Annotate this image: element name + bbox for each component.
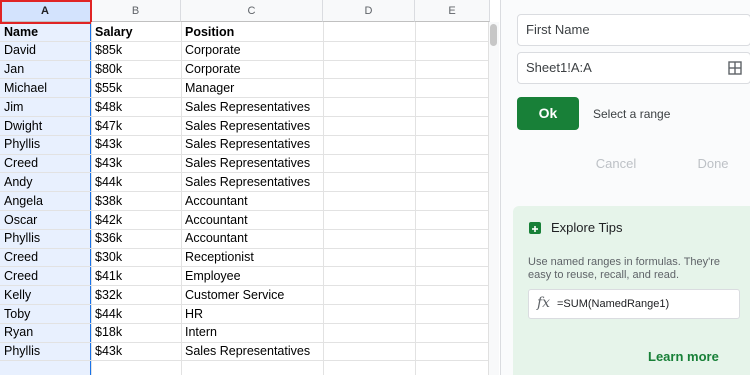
table-cell[interactable]: $43k [95,154,179,172]
table-cell[interactable]: Jan [4,60,89,78]
table-cell[interactable]: $44k [95,305,179,323]
table-cell[interactable]: Sales Representatives [185,173,321,191]
column-gridline [91,22,92,375]
table-cell[interactable]: Michael [4,79,89,97]
table-cell[interactable]: $85k [95,41,179,59]
tips-title: Explore Tips [551,220,623,235]
table-cell[interactable]: Phyllis [4,342,89,360]
table-cell[interactable]: $18k [95,323,179,341]
tips-text: Use named ranges in formulas. They're ea… [528,256,721,281]
column-gridline [181,22,182,375]
table-cell[interactable]: Accountant [185,211,321,229]
table-cell[interactable]: Sales Representatives [185,154,321,172]
done-button[interactable]: Done [675,148,750,180]
table-cell[interactable]: $43k [95,342,179,360]
table-cell[interactable]: Sales Representatives [185,98,321,116]
table-cell[interactable]: $32k [95,286,179,304]
table-cell[interactable]: Andy [4,173,89,191]
select-range-hint: Select a range [593,107,671,121]
formula-example: fx =SUM(NamedRange1) [528,289,740,319]
column-header-b[interactable]: B [91,0,181,22]
table-cell[interactable]: Phyllis [4,135,89,153]
fx-icon: fx [537,295,551,311]
ok-button[interactable]: Ok [517,97,579,130]
table-cell[interactable]: Manager [185,79,321,97]
table-cell[interactable]: $38k [95,192,179,210]
table-cell[interactable]: David [4,41,89,59]
table-cell[interactable]: Sales Representatives [185,342,321,360]
select-range-grid-icon[interactable] [728,61,742,75]
range-name-input[interactable]: First Name [517,14,750,46]
explore-tips-card: Explore Tips Use named ranges in formula… [513,206,750,375]
formula-text: =SUM(NamedRange1) [557,298,670,310]
table-cell[interactable]: $30k [95,248,179,266]
table-cell[interactable]: Phyllis [4,229,89,247]
column-header-a[interactable]: A [0,0,91,22]
column-header-e[interactable]: E [415,0,490,22]
named-range-panel: First Name Sheet1!A:A Ok Select a range … [500,0,750,375]
row-gridline [0,360,490,362]
table-cell[interactable]: Intern [185,323,321,341]
table-cell[interactable]: Kelly [4,286,89,304]
table-cell[interactable]: HR [185,305,321,323]
column-gridline [415,22,416,375]
table-cell[interactable]: $48k [95,98,179,116]
range-input[interactable]: Sheet1!A:A [517,52,750,84]
table-cell[interactable]: Sales Representatives [185,117,321,135]
table-cell[interactable]: $42k [95,211,179,229]
table-cell[interactable]: $80k [95,60,179,78]
header-cell[interactable]: Position [185,23,321,41]
table-cell[interactable]: Customer Service [185,286,321,304]
table-cell[interactable]: $44k [95,173,179,191]
learn-more-link[interactable]: Learn more [648,349,719,364]
cancel-button[interactable]: Cancel [573,148,659,180]
table-cell[interactable]: $36k [95,229,179,247]
column-header-d[interactable]: D [323,0,415,22]
table-cell[interactable]: Toby [4,305,89,323]
range-name-value: First Name [526,22,590,37]
table-cell[interactable]: Creed [4,154,89,172]
tips-plus-icon [529,222,541,234]
table-cell[interactable]: Corporate [185,60,321,78]
table-cell[interactable]: Angela [4,192,89,210]
header-cell[interactable]: Name [4,23,89,41]
column-gridline [323,22,324,375]
scrollbar-thumb[interactable] [490,24,497,46]
header-cell[interactable]: Salary [95,23,179,41]
vertical-scrollbar[interactable] [488,22,499,375]
table-cell[interactable]: Accountant [185,229,321,247]
table-cell[interactable]: Jim [4,98,89,116]
range-value: Sheet1!A:A [526,60,592,75]
table-cell[interactable]: $41k [95,267,179,285]
table-cell[interactable]: Dwight [4,117,89,135]
table-cell[interactable]: Sales Representatives [185,135,321,153]
table-cell[interactable]: $55k [95,79,179,97]
table-cell[interactable]: Employee [185,267,321,285]
spreadsheet-grid[interactable]: ABCDE Name Salary Position David $85k Corpora… [0,0,500,375]
table-cell[interactable]: $47k [95,117,179,135]
table-cell[interactable]: Receptionist [185,248,321,266]
table-cell[interactable]: Corporate [185,41,321,59]
table-cell[interactable]: Creed [4,267,89,285]
table-cell[interactable]: Oscar [4,211,89,229]
table-cell[interactable]: Creed [4,248,89,266]
table-cell[interactable]: Ryan [4,323,89,341]
table-cell[interactable]: Accountant [185,192,321,210]
column-header-c[interactable]: C [181,0,323,22]
table-cell[interactable]: $43k [95,135,179,153]
